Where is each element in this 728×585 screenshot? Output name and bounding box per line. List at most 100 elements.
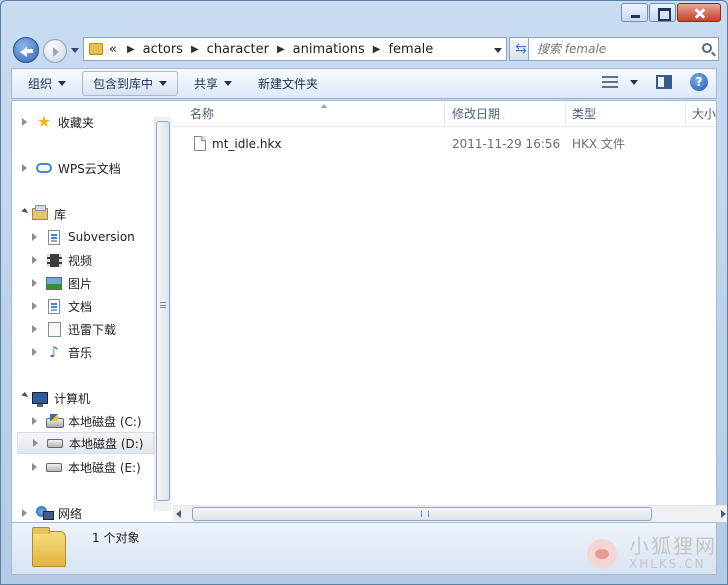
preview-pane-icon[interactable]	[656, 75, 672, 89]
file-list-horizontal-scrollbar[interactable]	[173, 505, 727, 522]
sidebar-item-libraries[interactable]: 库	[21, 203, 67, 225]
sidebar-item-xunlei-downloads[interactable]: 迅雷下载	[32, 318, 116, 340]
sidebar-item-drive-e[interactable]: 本地磁盘 (E:)	[32, 456, 141, 478]
chevron-down-icon	[159, 81, 168, 90]
main-area: ★ 收藏夹 WPS云文档 库 Subversion 视频 图片 文档 迅雷下载 …	[11, 100, 727, 523]
system-drive-icon	[46, 413, 64, 429]
star-icon: ★	[36, 112, 52, 131]
expand-arrow-icon[interactable]	[32, 302, 41, 310]
expand-arrow-icon[interactable]	[32, 348, 41, 356]
caption-buttons	[620, 3, 721, 22]
fox-logo-icon	[583, 533, 623, 573]
sidebar-item-documents[interactable]: 文档	[32, 295, 92, 317]
folder-icon	[32, 527, 66, 567]
expand-arrow-icon[interactable]	[32, 233, 41, 241]
breadcrumb-separator[interactable]: ▶	[373, 44, 381, 55]
collapse-arrow-icon[interactable]	[21, 391, 30, 400]
expand-arrow-icon[interactable]	[32, 256, 41, 264]
column-header-type[interactable]: 类型	[565, 101, 686, 127]
share-button[interactable]: 共享	[184, 71, 242, 96]
search-box[interactable]	[528, 37, 719, 61]
expand-arrow-icon[interactable]	[22, 118, 31, 126]
chevron-down-icon	[224, 81, 233, 90]
sidebar-item-label: 网络	[58, 506, 83, 521]
breadcrumb-separator[interactable]: ▶	[191, 44, 199, 55]
table-row[interactable]: mt_idle.hkx 2011-11-29 16:56 HKX 文件	[184, 133, 724, 155]
expand-arrow-icon[interactable]	[22, 164, 31, 172]
address-bar[interactable]: « ▶ actors ▶ character ▶ animations ▶ fe…	[83, 37, 507, 61]
sidebar-item-wps-cloud[interactable]: WPS云文档	[22, 157, 121, 179]
expand-arrow-icon[interactable]	[32, 417, 41, 425]
minimize-button[interactable]	[621, 3, 648, 22]
forward-button[interactable]	[43, 39, 67, 63]
share-label: 共享	[194, 77, 219, 91]
breadcrumb-character[interactable]: character	[207, 42, 269, 57]
back-button[interactable]	[13, 37, 39, 63]
scroll-left-icon[interactable]	[176, 510, 181, 518]
view-options-dropdown[interactable]	[630, 79, 638, 89]
sidebar-item-network[interactable]: 网络	[22, 502, 82, 522]
sort-ascending-icon	[321, 101, 327, 108]
expand-arrow-icon[interactable]	[32, 325, 41, 333]
breadcrumb-actors[interactable]: actors	[143, 42, 183, 57]
sidebar-item-videos[interactable]: 视频	[32, 249, 92, 271]
new-folder-label: 新建文件夹	[258, 77, 319, 91]
close-button[interactable]	[677, 3, 721, 22]
sidebar-item-subversion[interactable]: Subversion	[32, 226, 135, 248]
column-header-label: 类型	[572, 107, 597, 121]
command-toolbar: 组织 包含到库中 共享 新建文件夹 ?	[11, 68, 717, 99]
document-icon	[46, 298, 62, 314]
hard-drive-icon	[47, 435, 63, 451]
file-modified: 2011-11-29 16:56	[452, 137, 561, 151]
breadcrumb-separator[interactable]: ▶	[277, 44, 285, 55]
view-options-icon[interactable]	[602, 75, 618, 89]
expand-arrow-icon[interactable]	[22, 509, 31, 517]
breadcrumb-female[interactable]: female	[388, 42, 433, 57]
collapse-arrow-icon[interactable]	[21, 207, 30, 216]
scroll-right-icon[interactable]	[721, 510, 726, 518]
recent-pages-dropdown[interactable]	[71, 48, 79, 57]
sidebar-item-label: 计算机	[54, 391, 91, 406]
sidebar-item-drive-c[interactable]: 本地磁盘 (C:)	[32, 410, 142, 432]
folder-icon	[89, 43, 103, 55]
new-folder-button[interactable]: 新建文件夹	[248, 71, 328, 96]
sidebar-item-label: 本地磁盘 (D:)	[69, 436, 144, 451]
organize-button[interactable]: 组织	[18, 71, 76, 96]
scrollbar-thumb[interactable]	[192, 507, 652, 521]
expand-arrow-icon[interactable]	[32, 463, 41, 471]
item-count: 1 个对象	[92, 531, 140, 545]
sidebar-item-favorites[interactable]: ★ 收藏夹	[22, 111, 94, 133]
expand-arrow-icon[interactable]	[32, 279, 41, 287]
sidebar-item-label: 视频	[68, 253, 93, 268]
chevron-down-icon	[58, 81, 67, 90]
watermark: 小狐狸网 XHLKS.CN	[583, 533, 717, 573]
breadcrumb-overflow[interactable]: «	[109, 42, 117, 57]
sidebar-item-label: 本地磁盘 (C:)	[68, 414, 142, 429]
navigation-pane-scrollbar[interactable]	[154, 117, 171, 511]
column-header-size[interactable]: 大小	[685, 101, 727, 127]
document-library-icon	[46, 229, 62, 245]
sidebar-item-label: 库	[54, 207, 67, 222]
sidebar-item-label: 迅雷下载	[68, 322, 117, 337]
file-icon	[194, 136, 206, 151]
breadcrumb-separator[interactable]: ▶	[127, 44, 135, 55]
column-header-name[interactable]: 名称	[183, 101, 445, 127]
file-list[interactable]: 名称 修改日期 类型 大小 mt_idle.hkx 2011-11-29 16:…	[173, 101, 727, 522]
address-dropdown-icon[interactable]	[494, 48, 502, 57]
navigation-pane[interactable]: ★ 收藏夹 WPS云文档 库 Subversion 视频 图片 文档 迅雷下载 …	[12, 101, 172, 522]
sidebar-item-computer[interactable]: 计算机	[21, 387, 91, 409]
scrollbar-thumb[interactable]	[156, 121, 170, 501]
column-header-modified[interactable]: 修改日期	[445, 101, 566, 127]
breadcrumb-animations[interactable]: animations	[293, 42, 365, 57]
film-icon	[46, 252, 62, 268]
help-icon[interactable]: ?	[690, 73, 708, 91]
sidebar-item-music[interactable]: ♪ 音乐	[32, 341, 92, 363]
include-in-library-button[interactable]: 包含到库中	[82, 71, 179, 96]
sidebar-item-drive-d[interactable]: 本地磁盘 (D:)	[17, 432, 154, 454]
search-input[interactable]	[537, 42, 687, 56]
search-icon[interactable]	[702, 43, 712, 53]
file-name[interactable]: mt_idle.hkx	[212, 133, 282, 155]
sidebar-item-pictures[interactable]: 图片	[32, 272, 92, 294]
expand-arrow-icon[interactable]	[33, 439, 42, 447]
maximize-button[interactable]	[649, 3, 676, 22]
